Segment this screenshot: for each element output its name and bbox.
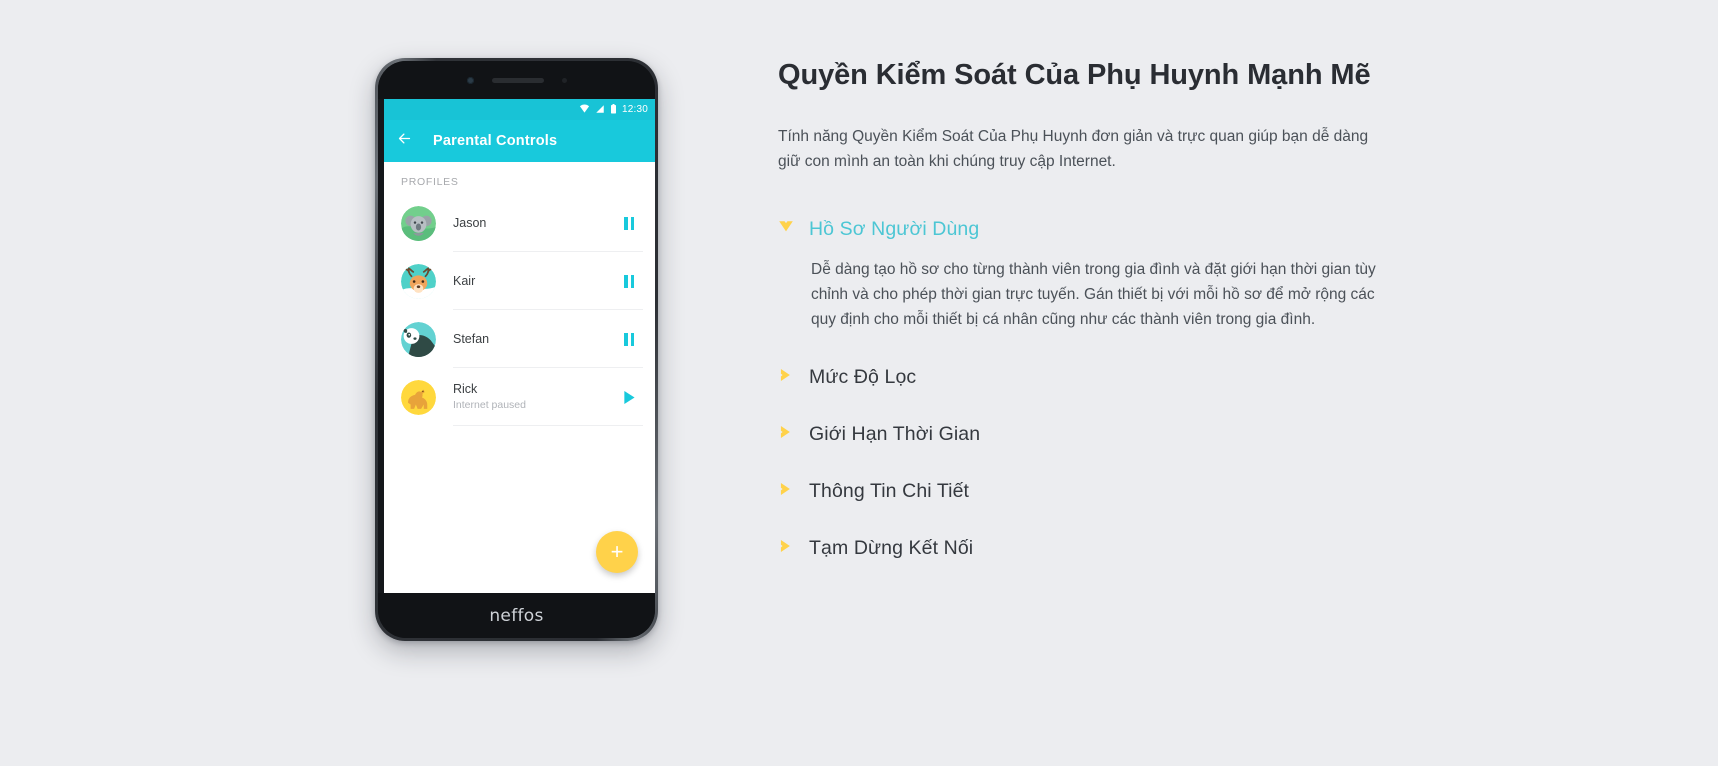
profile-row-jason[interactable]: Jason — [384, 194, 655, 252]
app-bar: Parental Controls — [384, 120, 655, 162]
accordion-item-time-limits: Giới Hạn Thời Gian — [778, 417, 1458, 452]
add-profile-fab[interactable]: + — [596, 531, 638, 573]
accordion-item-user-profiles: Hồ Sơ Người Dùng Dễ dàng tạo hồ sơ cho t… — [778, 212, 1458, 332]
profile-name: Jason — [453, 215, 487, 230]
profile-row-stefan[interactable]: Stefan — [384, 310, 655, 368]
page-title: Quyền Kiểm Soát Của Phụ Huynh Mạnh Mẽ — [778, 59, 1371, 91]
accordion-header[interactable]: Hồ Sơ Người Dùng — [778, 212, 1458, 247]
accordion-item-filter-levels: Mức Độ Lọc — [778, 360, 1458, 395]
pause-icon[interactable] — [621, 215, 637, 231]
profile-info: Stefan — [453, 310, 643, 368]
chevron-right-icon — [778, 425, 794, 444]
profiles-section-label: PROFILES — [401, 176, 459, 188]
phone-body: 12:30 Parental Controls PROFILES Jason K… — [378, 61, 655, 638]
signal-icon — [595, 101, 605, 119]
profile-info: Kair — [453, 252, 643, 310]
battery-icon — [610, 101, 617, 119]
accordion-header[interactable]: Giới Hạn Thời Gian — [778, 417, 1458, 452]
panda-avatar — [401, 321, 436, 357]
chevron-down-icon — [778, 220, 794, 238]
status-bar-time: 12:30 — [621, 104, 648, 115]
profile-status: Internet paused — [453, 399, 526, 411]
pause-icon[interactable] — [621, 331, 637, 347]
profile-list: Jason Kair Stefan Rick Internet paused — [384, 194, 655, 426]
wifi-icon — [579, 101, 590, 119]
product-feature-page: 12:30 Parental Controls PROFILES Jason K… — [0, 0, 1718, 766]
deer-avatar — [401, 263, 436, 299]
phone-device: 12:30 Parental Controls PROFILES Jason K… — [375, 58, 658, 641]
koala-avatar — [401, 205, 436, 241]
profile-info: Rick Internet paused — [453, 368, 643, 426]
earpiece-speaker-icon — [491, 77, 544, 83]
proximity-sensor-icon — [561, 77, 567, 83]
profile-info: Jason — [453, 194, 643, 252]
accordion-title: Thông Tin Chi Tiết — [809, 480, 970, 503]
back-arrow-icon[interactable] — [396, 131, 413, 151]
accordion-title: Hồ Sơ Người Dùng — [809, 217, 980, 240]
chevron-right-icon — [778, 482, 794, 501]
status-bar: 12:30 — [384, 99, 655, 120]
accordion-item-pause-connection: Tạm Dừng Kết Nối — [778, 531, 1458, 566]
profile-row-kair[interactable]: Kair — [384, 252, 655, 310]
phone-chin: neffos — [378, 593, 655, 638]
play-icon[interactable] — [621, 389, 637, 405]
phone-screen: 12:30 Parental Controls PROFILES Jason K… — [384, 99, 655, 599]
app-bar-title: Parental Controls — [433, 133, 558, 149]
profile-row-rick[interactable]: Rick Internet paused — [384, 368, 655, 426]
pause-icon[interactable] — [621, 273, 637, 289]
page-description: Tính năng Quyền Kiểm Soát Của Phụ Huynh … — [778, 127, 1369, 170]
accordion-header[interactable]: Tạm Dừng Kết Nối — [778, 531, 1458, 566]
profile-name: Kair — [453, 273, 476, 288]
profile-name: Stefan — [453, 331, 490, 346]
accordion-title: Giới Hạn Thời Gian — [809, 423, 981, 446]
phone-mockup-stage: 12:30 Parental Controls PROFILES Jason K… — [0, 0, 770, 766]
chevron-right-icon — [778, 368, 794, 387]
accordion-title: Mức Độ Lọc — [809, 366, 917, 389]
device-brand-logo: neffos — [489, 605, 544, 626]
accordion-header[interactable]: Mức Độ Lọc — [778, 360, 1458, 395]
feature-content: Quyền Kiểm Soát Của Phụ Huynh Mạnh Mẽ Tí… — [778, 0, 1458, 766]
chevron-right-icon — [778, 539, 794, 558]
camel-avatar — [401, 379, 436, 415]
phone-earpiece-area — [378, 61, 655, 99]
profile-name: Rick — [453, 382, 478, 396]
accordion-header[interactable]: Thông Tin Chi Tiết — [778, 474, 1458, 509]
screen-content: PROFILES Jason Kair Stefan Rick Internet… — [384, 162, 655, 599]
front-camera-icon — [466, 76, 474, 84]
accordion-title: Tạm Dừng Kết Nối — [809, 537, 974, 560]
accordion-item-insights: Thông Tin Chi Tiết — [778, 474, 1458, 509]
feature-accordion: Hồ Sơ Người Dùng Dễ dàng tạo hồ sơ cho t… — [778, 212, 1458, 566]
accordion-body: Dễ dàng tạo hồ sơ cho từng thành viên tr… — [811, 260, 1376, 329]
